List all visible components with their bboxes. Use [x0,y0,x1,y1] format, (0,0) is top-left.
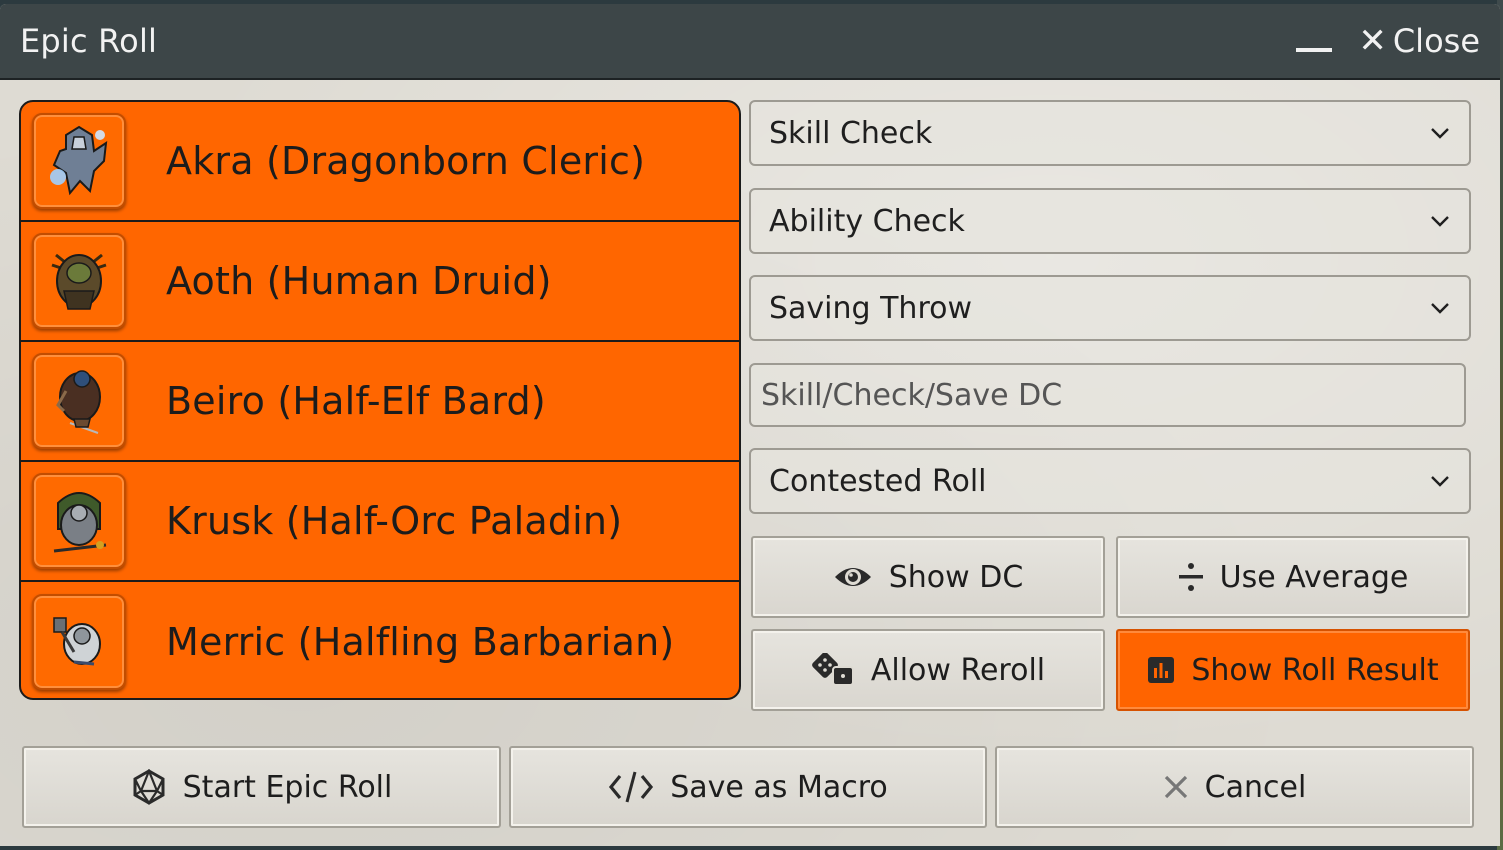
close-icon: ✕ [1358,21,1387,61]
cancel-label: Cancel [1204,769,1307,805]
half-orc-paladin-token-icon [32,473,126,569]
chevron-down-icon [1431,476,1449,487]
actor-item-akra[interactable]: Akra (Dragonborn Cleric) [21,102,739,222]
select-value: Skill Check [769,115,933,151]
actor-item-aoth[interactable]: Aoth (Human Druid) [21,222,739,342]
dialog-title: Epic Roll [20,22,158,60]
chevron-down-icon [1431,216,1449,227]
dc-input[interactable] [761,377,1454,413]
actor-list: Akra (Dragonborn Cleric) Aoth (Human Dru… [19,100,741,700]
dialog-titlebar[interactable]: Epic Roll ✕ Close [0,4,1500,80]
actor-item-merric[interactable]: Merric (Halfling Barbarian) [21,582,739,698]
actor-name: Beiro (Half-Elf Bard) [166,379,546,423]
save-as-macro-label: Save as Macro [670,769,888,805]
cancel-button[interactable]: Cancel [995,746,1474,828]
allow-reroll-toggle[interactable]: Allow Reroll [751,629,1105,711]
ability-check-select[interactable]: Ability Check [749,188,1471,254]
contested-roll-select[interactable]: Contested Roll [749,448,1471,514]
dc-input-field[interactable] [749,363,1466,427]
eye-icon [833,563,873,591]
actor-name: Akra (Dragonborn Cleric) [166,139,646,183]
show-dc-toggle[interactable]: Show DC [751,536,1105,618]
actor-item-beiro[interactable]: Beiro (Half-Elf Bard) [21,342,739,462]
show-roll-result-label: Show Roll Result [1191,652,1439,688]
show-roll-result-toggle[interactable]: Show Roll Result [1116,629,1470,711]
save-as-macro-button[interactable]: Save as Macro [509,746,987,828]
close-button[interactable]: ✕ Close [1358,21,1480,61]
select-value: Ability Check [769,203,965,239]
chevron-down-icon [1431,303,1449,314]
chevron-down-icon [1431,128,1449,139]
use-average-label: Use Average [1219,559,1409,595]
epic-roll-dialog: Epic Roll ✕ Close Akra (Dragonborn Cleri… [0,4,1500,846]
actor-name: Krusk (Half-Orc Paladin) [166,499,623,543]
dice-icon [811,653,855,687]
actor-item-krusk[interactable]: Krusk (Half-Orc Paladin) [21,462,739,582]
half-elf-bard-token-icon [32,353,126,449]
dragonborn-cleric-token-icon [32,113,126,209]
human-druid-token-icon [32,233,126,329]
select-value: Saving Throw [769,290,973,326]
code-icon [608,770,654,804]
times-icon [1163,774,1189,800]
show-dc-label: Show DC [888,559,1024,595]
skill-check-select[interactable]: Skill Check [749,100,1471,166]
allow-reroll-label: Allow Reroll [870,652,1046,688]
halfling-barbarian-token-icon [32,594,126,690]
actor-name: Aoth (Human Druid) [166,259,552,303]
start-epic-roll-label: Start Epic Roll [182,769,393,805]
d20-icon [131,769,167,805]
select-value: Contested Roll [769,463,987,499]
actor-name: Merric (Halfling Barbarian) [166,620,675,664]
use-average-toggle[interactable]: Use Average [1116,536,1470,618]
minimize-button[interactable] [1296,26,1333,56]
divide-icon [1178,562,1204,592]
saving-throw-select[interactable]: Saving Throw [749,275,1471,341]
chart-bar-icon [1147,656,1175,684]
close-label: Close [1392,22,1480,60]
start-epic-roll-button[interactable]: Start Epic Roll [22,746,501,828]
